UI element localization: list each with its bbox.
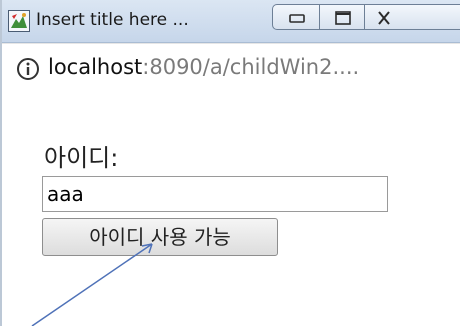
info-icon[interactable]: [16, 57, 40, 81]
browser-popup-window: Insert title here ... localhost:8090/a/c…: [0, 0, 460, 326]
title-bar: Insert title here ...: [2, 0, 460, 43]
page-url[interactable]: localhost:8090/a/childWin2....: [48, 55, 359, 79]
close-button[interactable]: [364, 4, 460, 30]
maximize-button[interactable]: [319, 4, 365, 30]
minimize-button[interactable]: [272, 4, 320, 30]
java-eclipse-icon: [8, 10, 30, 32]
page-content: 아이디: 아이디 사용 가능: [2, 94, 460, 326]
maximize-icon: [335, 11, 351, 25]
id-label: 아이디:: [44, 144, 119, 172]
minimize-icon: [289, 14, 305, 23]
address-bar[interactable]: localhost:8090/a/childWin2....: [2, 43, 460, 95]
url-path: :8090/a/childWin2....: [142, 55, 360, 79]
url-host: localhost: [48, 55, 143, 79]
id-input[interactable]: [42, 176, 388, 212]
id-check-button[interactable]: 아이디 사용 가능: [42, 218, 278, 256]
close-icon: [378, 11, 390, 25]
window-title: Insert title here ...: [36, 10, 189, 30]
